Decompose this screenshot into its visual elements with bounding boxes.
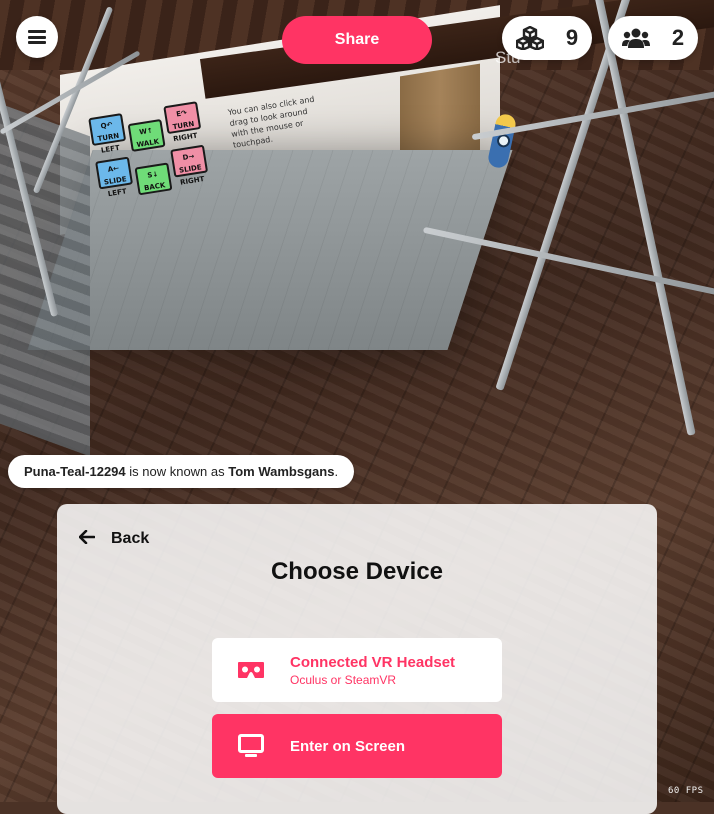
objects-button[interactable]: 9 [502,16,592,60]
vr-headset-sublabel: Oculus or SteamVR [290,672,397,687]
fps-value: 60 [668,786,680,796]
enter-on-screen-button[interactable]: Enter on Screen [212,714,502,778]
rename-notification: Puna-Teal-12294 is now known as Tom Wamb… [8,455,355,488]
notification-text: is now known as [125,464,229,479]
share-button[interactable]: Share [282,16,432,64]
vr-headset-button[interactable]: Connected VR Headset Oculus or SteamVR [212,638,502,702]
old-name: Puna-Teal-12294 [24,464,126,479]
enter-on-screen-label: Enter on Screen [290,737,406,755]
notification-end: . [334,464,339,479]
menu-button[interactable] [16,16,58,58]
people-button[interactable]: 2 [608,16,698,60]
hamburger-icon [28,30,46,44]
vr-headset-icon [236,655,266,685]
new-name: Tom Wambsgans [228,464,335,479]
monitor-icon [236,731,266,761]
choose-device-panel: Back Choose Device Connected VR Headset … [57,504,657,814]
modal-title: Choose Device [270,558,444,585]
key-s: S↓ BACK [134,162,173,196]
users-icon [621,27,650,49]
cubes-icon [515,26,544,50]
key-e: E↷ TURN RIGHT [163,101,202,143]
arrow-left-icon [78,529,96,549]
people-count: 2 [671,25,685,50]
fps-unit: FPS [685,786,704,796]
key-w: W↑ WALK [127,118,166,152]
key-d: D→ SLIDE RIGHT [170,144,209,187]
object-count: 9 [565,25,579,50]
vr-headset-label: Connected VR Headset [290,653,456,671]
key-a: A← SLIDE LEFT [95,156,134,198]
back-label: Back [111,530,150,547]
back-button[interactable]: Back [78,526,150,552]
key-q: Q↶ TURN LEFT [88,113,127,155]
fps-counter: 60 FPS [668,786,704,796]
